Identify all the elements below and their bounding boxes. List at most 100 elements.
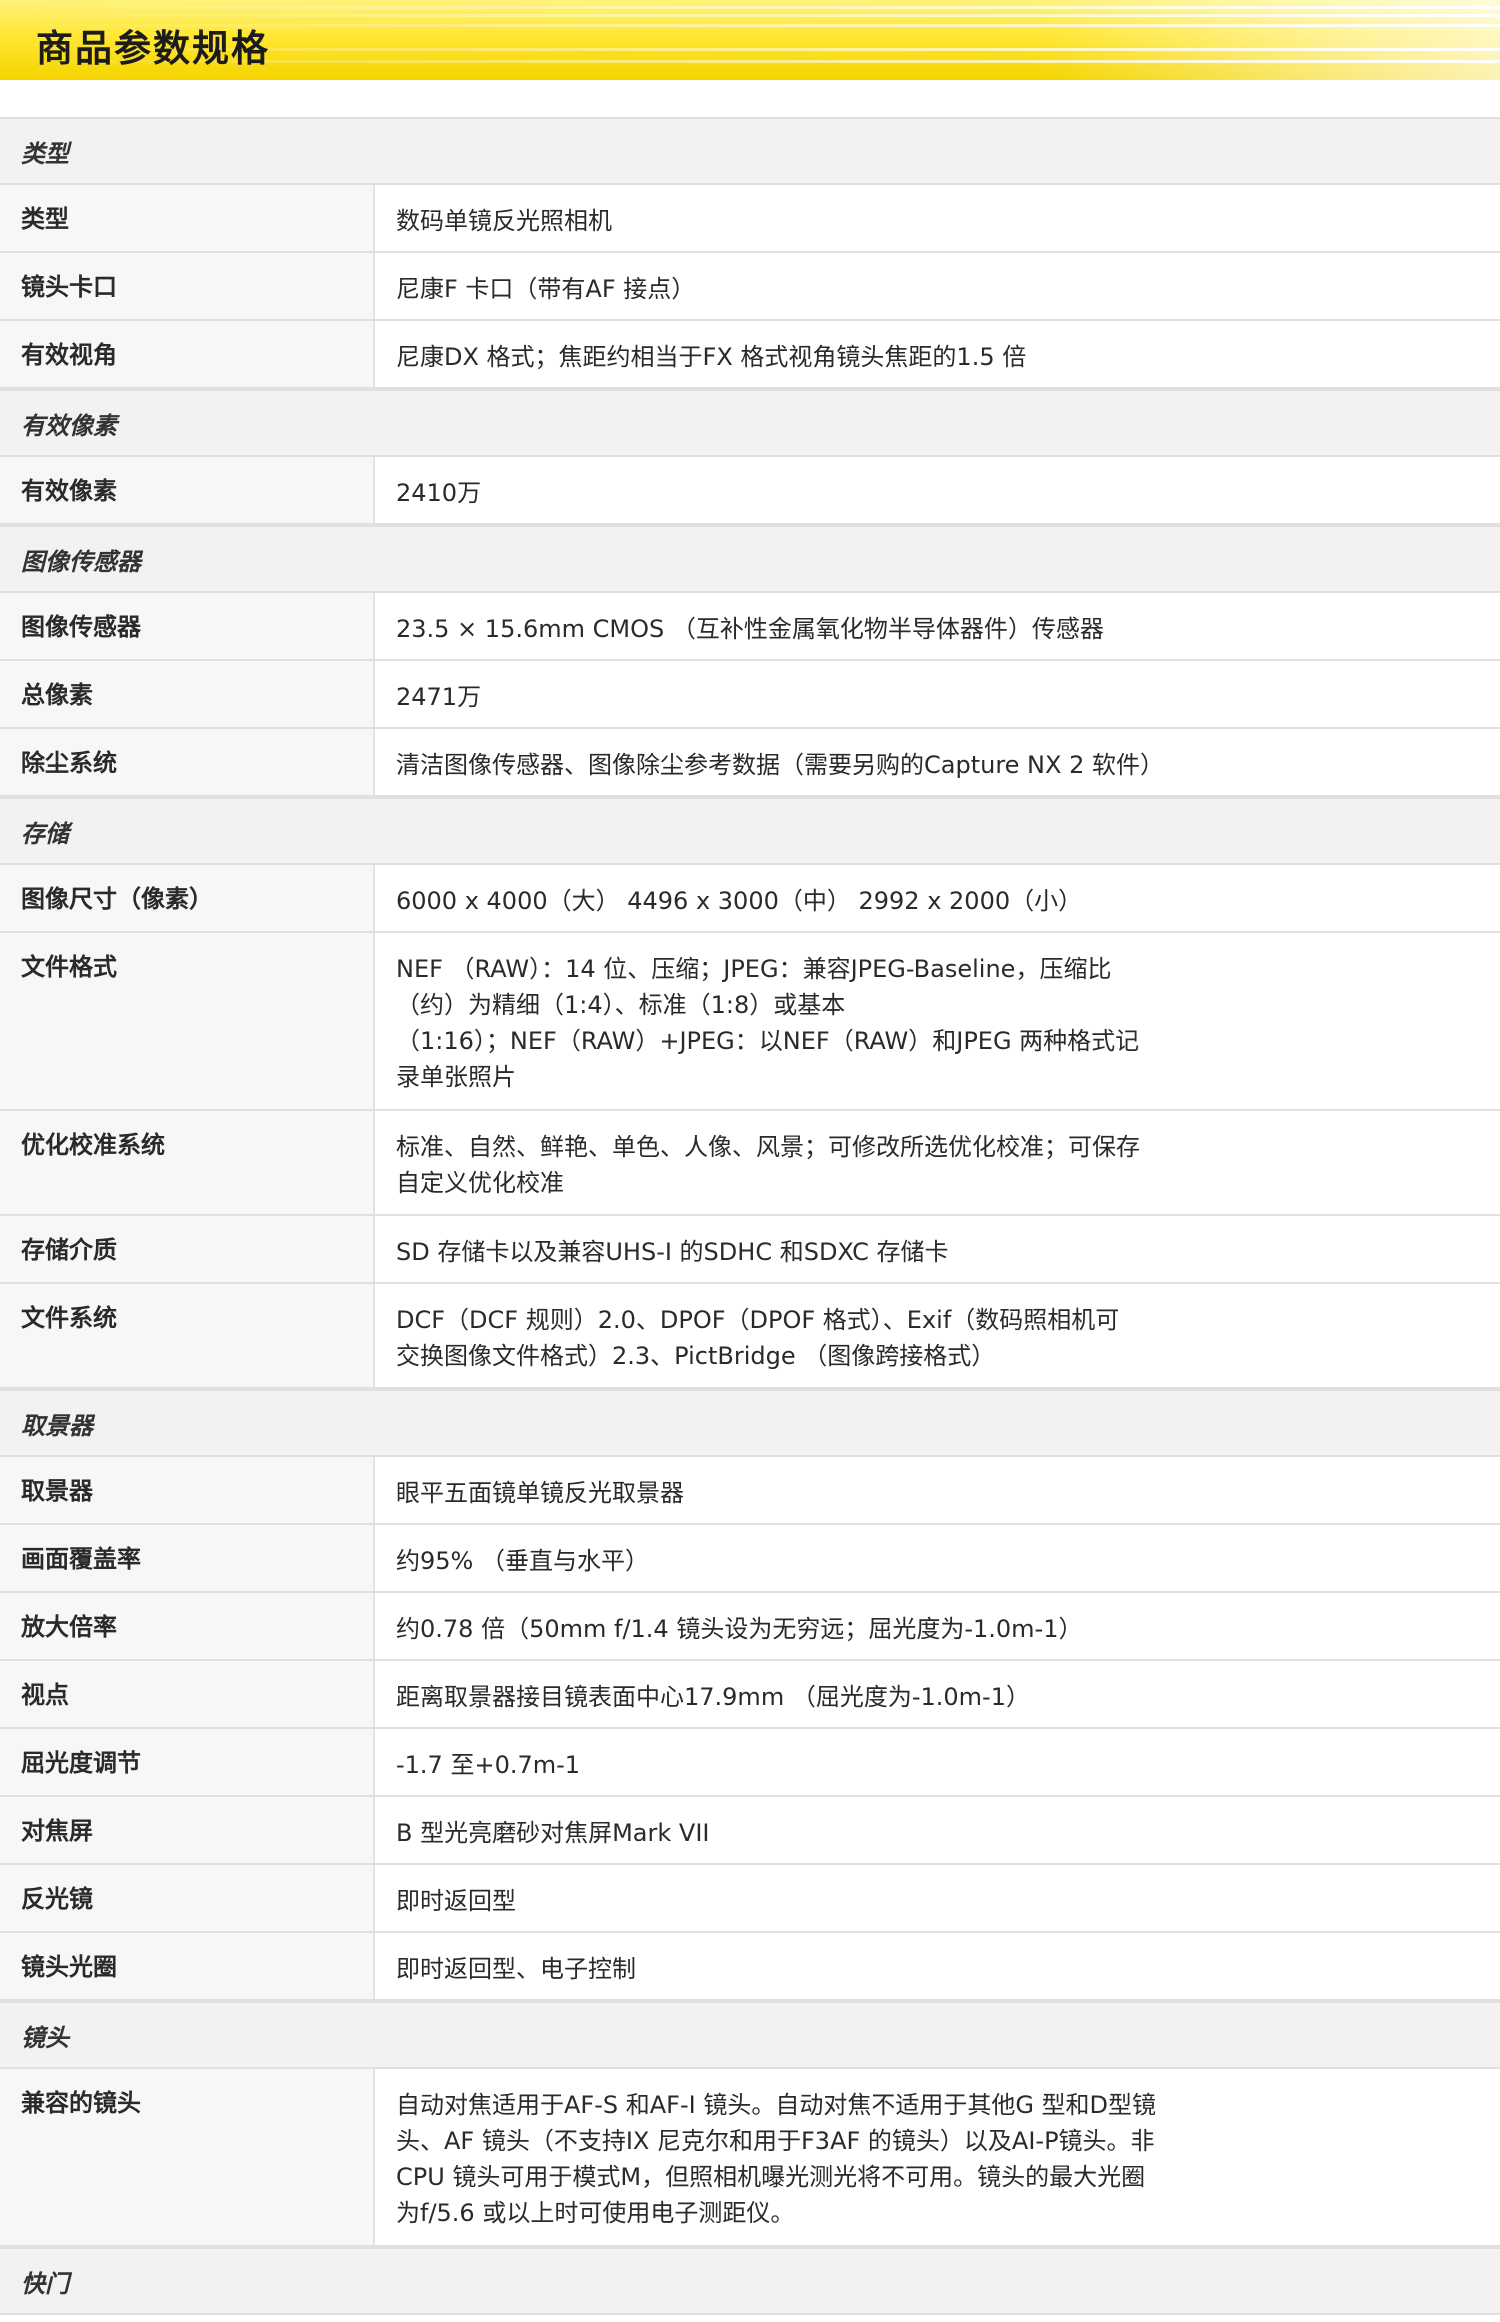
banner-shine [1040, 0, 1500, 80]
spec-value-line: 尼康F 卡口（带有AF 接点） [396, 275, 696, 303]
spec-label: 类型 [0, 185, 375, 251]
spec-row: 图像传感器 23.5 × 15.6mm CMOS （互补性金属氧化物半导体器件）传… [0, 593, 1500, 661]
spec-value: SD 存储卡以及兼容UHS-I 的SDHC 和SDXC 存储卡 [375, 1216, 1500, 1282]
spec-row: 有效视角 尼康DX 格式；焦距约相当于FX 格式视角镜头焦距的1.5 倍 [0, 321, 1500, 389]
spec-label: 画面覆盖率 [0, 1525, 375, 1591]
spec-row: 文件系统 DCF（DCF 规则）2.0、DPOF（DPOF 格式）、Exif（数码… [0, 1284, 1500, 1389]
section-header: 镜头 [0, 2001, 1500, 2069]
spec-value: B 型光亮磨砂对焦屏Mark VII [375, 1797, 1500, 1863]
section-header: 存储 [0, 797, 1500, 865]
spec-row: 优化校准系统 标准、自然、鲜艳、单色、人像、风景；可修改所选优化校准；可保存 自定义… [0, 1111, 1500, 1216]
spec-value-line: 23.5 × 15.6mm CMOS （互补性金属氧化物半导体器件）传感器 [396, 615, 1104, 643]
spec-value-line: 尼康DX 格式；焦距约相当于FX 格式视角镜头焦距的1.5 倍 [396, 343, 1027, 371]
spec-row: 兼容的镜头 自动对焦适用于AF-S 和AF-I 镜头。自动对焦不适用于其他G 型和… [0, 2069, 1500, 2247]
spec-value-line: （约）为精细（1:4）、标准（1:8）或基本 [396, 991, 846, 1019]
spec-value: 2410万 [375, 457, 1500, 523]
spec-value-line: 自定义优化校准 [396, 1169, 564, 1197]
spec-row: 有效像素 2410万 [0, 457, 1500, 525]
spec-label: 有效像素 [0, 457, 375, 523]
spec-label: 镜头卡口 [0, 253, 375, 319]
spec-label: 除尘系统 [0, 729, 375, 795]
section-header: 快门 [0, 2247, 1500, 2315]
spec-label: 图像传感器 [0, 593, 375, 659]
section-header: 类型 [0, 117, 1500, 185]
spec-row: 文件格式 NEF （RAW）：14 位、压缩；JPEG：兼容JPEG-Baseli… [0, 933, 1500, 1111]
spec-row: 镜头卡口 尼康F 卡口（带有AF 接点） [0, 253, 1500, 321]
spec-value-line: B 型光亮磨砂对焦屏Mark VII [396, 1819, 710, 1847]
spec-label: 反光镜 [0, 1865, 375, 1931]
spec-value: 尼康F 卡口（带有AF 接点） [375, 253, 1500, 319]
spec-row: 总像素 2471万 [0, 661, 1500, 729]
spec-value: 数码单镜反光照相机 [375, 185, 1500, 251]
spec-label: 视点 [0, 1661, 375, 1727]
header-banner: 商品参数规格 [0, 0, 1500, 80]
spec-value-line: -1.7 至+0.7m-1 [396, 1751, 581, 1779]
spec-row: 取景器 眼平五面镜单镜反光取景器 [0, 1457, 1500, 1525]
page-title: 商品参数规格 [36, 27, 270, 70]
spec-value-line: 自动对焦适用于AF-S 和AF-I 镜头。自动对焦不适用于其他G 型和D型镜 [396, 2091, 1157, 2119]
spec-label: 有效视角 [0, 321, 375, 387]
spec-row: 放大倍率 约0.78 倍（50mm f/1.4 镜头设为无穷远；屈光度为-1.0m… [0, 1593, 1500, 1661]
spec-value-line: 6000 x 4000（大） 4496 x 3000（中） 2992 x 200… [396, 887, 1083, 915]
spec-value-line: 约95% （垂直与水平） [396, 1547, 649, 1575]
spec-row: 图像尺寸（像素） 6000 x 4000（大） 4496 x 3000（中） 29… [0, 865, 1500, 933]
spec-value: 即时返回型 [375, 1865, 1500, 1931]
spec-value-line: 为f/5.6 或以上时可使用电子测距仪。 [396, 2199, 795, 2227]
spec-label: 兼容的镜头 [0, 2069, 375, 2245]
spec-table: 类型 类型 数码单镜反光照相机 镜头卡口 尼康F 卡口（带有AF 接点） 有效视角 尼康DX… [0, 117, 1500, 2315]
spec-row: 存储介质 SD 存储卡以及兼容UHS-I 的SDHC 和SDXC 存储卡 [0, 1216, 1500, 1284]
spec-value-line: 2410万 [396, 479, 482, 507]
spec-value-line: 即时返回型、电子控制 [396, 1955, 636, 1983]
spec-label: 存储介质 [0, 1216, 375, 1282]
section-header: 有效像素 [0, 389, 1500, 457]
spec-label: 优化校准系统 [0, 1111, 375, 1214]
spec-value-line: 约0.78 倍（50mm f/1.4 镜头设为无穷远；屈光度为-1.0m-1） [396, 1615, 1083, 1643]
spec-value-line: 清洁图像传感器、图像除尘参考数据（需要另购的Capture NX 2 软件） [396, 751, 1164, 779]
spec-value-line: CPU 镜头可用于模式M，但照相机曝光测光将不可用。镜头的最大光圈 [396, 2163, 1146, 2191]
spec-value-line: 录单张照片 [396, 1063, 516, 1091]
spec-value-line: （1:16）；NEF（RAW）+JPEG：以NEF（RAW）和JPEG 两种格式… [396, 1027, 1140, 1055]
spec-label: 取景器 [0, 1457, 375, 1523]
spec-label: 文件格式 [0, 933, 375, 1109]
spec-label: 图像尺寸（像素） [0, 865, 375, 931]
spec-value-line: DCF（DCF 规则）2.0、DPOF（DPOF 格式）、Exif（数码照相机可 [396, 1306, 1120, 1334]
spec-value: 23.5 × 15.6mm CMOS （互补性金属氧化物半导体器件）传感器 [375, 593, 1500, 659]
section-header: 图像传感器 [0, 525, 1500, 593]
spec-row: 画面覆盖率 约95% （垂直与水平） [0, 1525, 1500, 1593]
spec-value-line: SD 存储卡以及兼容UHS-I 的SDHC 和SDXC 存储卡 [396, 1238, 949, 1266]
spec-value: -1.7 至+0.7m-1 [375, 1729, 1500, 1795]
spec-value-line: 即时返回型 [396, 1887, 516, 1915]
spec-value: 2471万 [375, 661, 1500, 727]
spec-label: 镜头光圈 [0, 1933, 375, 1999]
spec-value-line: 交换图像文件格式）2.3、PictBridge （图像跨接格式） [396, 1342, 996, 1370]
spec-value-line: 2471万 [396, 683, 482, 711]
spec-value-line: 眼平五面镜单镜反光取景器 [396, 1479, 684, 1507]
spec-value-line: NEF （RAW）：14 位、压缩；JPEG：兼容JPEG-Baseline，压… [396, 955, 1112, 983]
spec-row: 屈光度调节 -1.7 至+0.7m-1 [0, 1729, 1500, 1797]
spec-value: DCF（DCF 规则）2.0、DPOF（DPOF 格式）、Exif（数码照相机可… [375, 1284, 1500, 1387]
spec-value: NEF （RAW）：14 位、压缩；JPEG：兼容JPEG-Baseline，压… [375, 933, 1500, 1109]
spec-value-line: 标准、自然、鲜艳、单色、人像、风景；可修改所选优化校准；可保存 [396, 1133, 1140, 1161]
spec-row: 除尘系统 清洁图像传感器、图像除尘参考数据（需要另购的Capture NX 2 软… [0, 729, 1500, 797]
spec-label: 对焦屏 [0, 1797, 375, 1863]
spec-value: 眼平五面镜单镜反光取景器 [375, 1457, 1500, 1523]
spec-value: 标准、自然、鲜艳、单色、人像、风景；可修改所选优化校准；可保存 自定义优化校准 [375, 1111, 1500, 1214]
spec-value: 尼康DX 格式；焦距约相当于FX 格式视角镜头焦距的1.5 倍 [375, 321, 1500, 387]
spec-value-line: 头、AF 镜头（不支持IX 尼克尔和用于F3AF 的镜头）以及AI-P镜头。非 [396, 2127, 1155, 2155]
spec-value: 清洁图像传感器、图像除尘参考数据（需要另购的Capture NX 2 软件） [375, 729, 1500, 795]
spec-row: 对焦屏 B 型光亮磨砂对焦屏Mark VII [0, 1797, 1500, 1865]
spec-row: 镜头光圈 即时返回型、电子控制 [0, 1933, 1500, 2001]
spec-value: 即时返回型、电子控制 [375, 1933, 1500, 1999]
spec-value: 6000 x 4000（大） 4496 x 3000（中） 2992 x 200… [375, 865, 1500, 931]
spec-value: 自动对焦适用于AF-S 和AF-I 镜头。自动对焦不适用于其他G 型和D型镜 头、… [375, 2069, 1500, 2245]
spec-value: 约0.78 倍（50mm f/1.4 镜头设为无穷远；屈光度为-1.0m-1） [375, 1593, 1500, 1659]
spec-value-line: 数码单镜反光照相机 [396, 207, 612, 235]
section-header: 取景器 [0, 1389, 1500, 1457]
spec-value: 距离取景器接目镜表面中心17.9mm （屈光度为-1.0m-1） [375, 1661, 1500, 1727]
spec-label: 文件系统 [0, 1284, 375, 1387]
spec-label: 屈光度调节 [0, 1729, 375, 1795]
spec-row: 视点 距离取景器接目镜表面中心17.9mm （屈光度为-1.0m-1） [0, 1661, 1500, 1729]
spec-value: 约95% （垂直与水平） [375, 1525, 1500, 1591]
spec-row: 反光镜 即时返回型 [0, 1865, 1500, 1933]
spec-label: 总像素 [0, 661, 375, 727]
